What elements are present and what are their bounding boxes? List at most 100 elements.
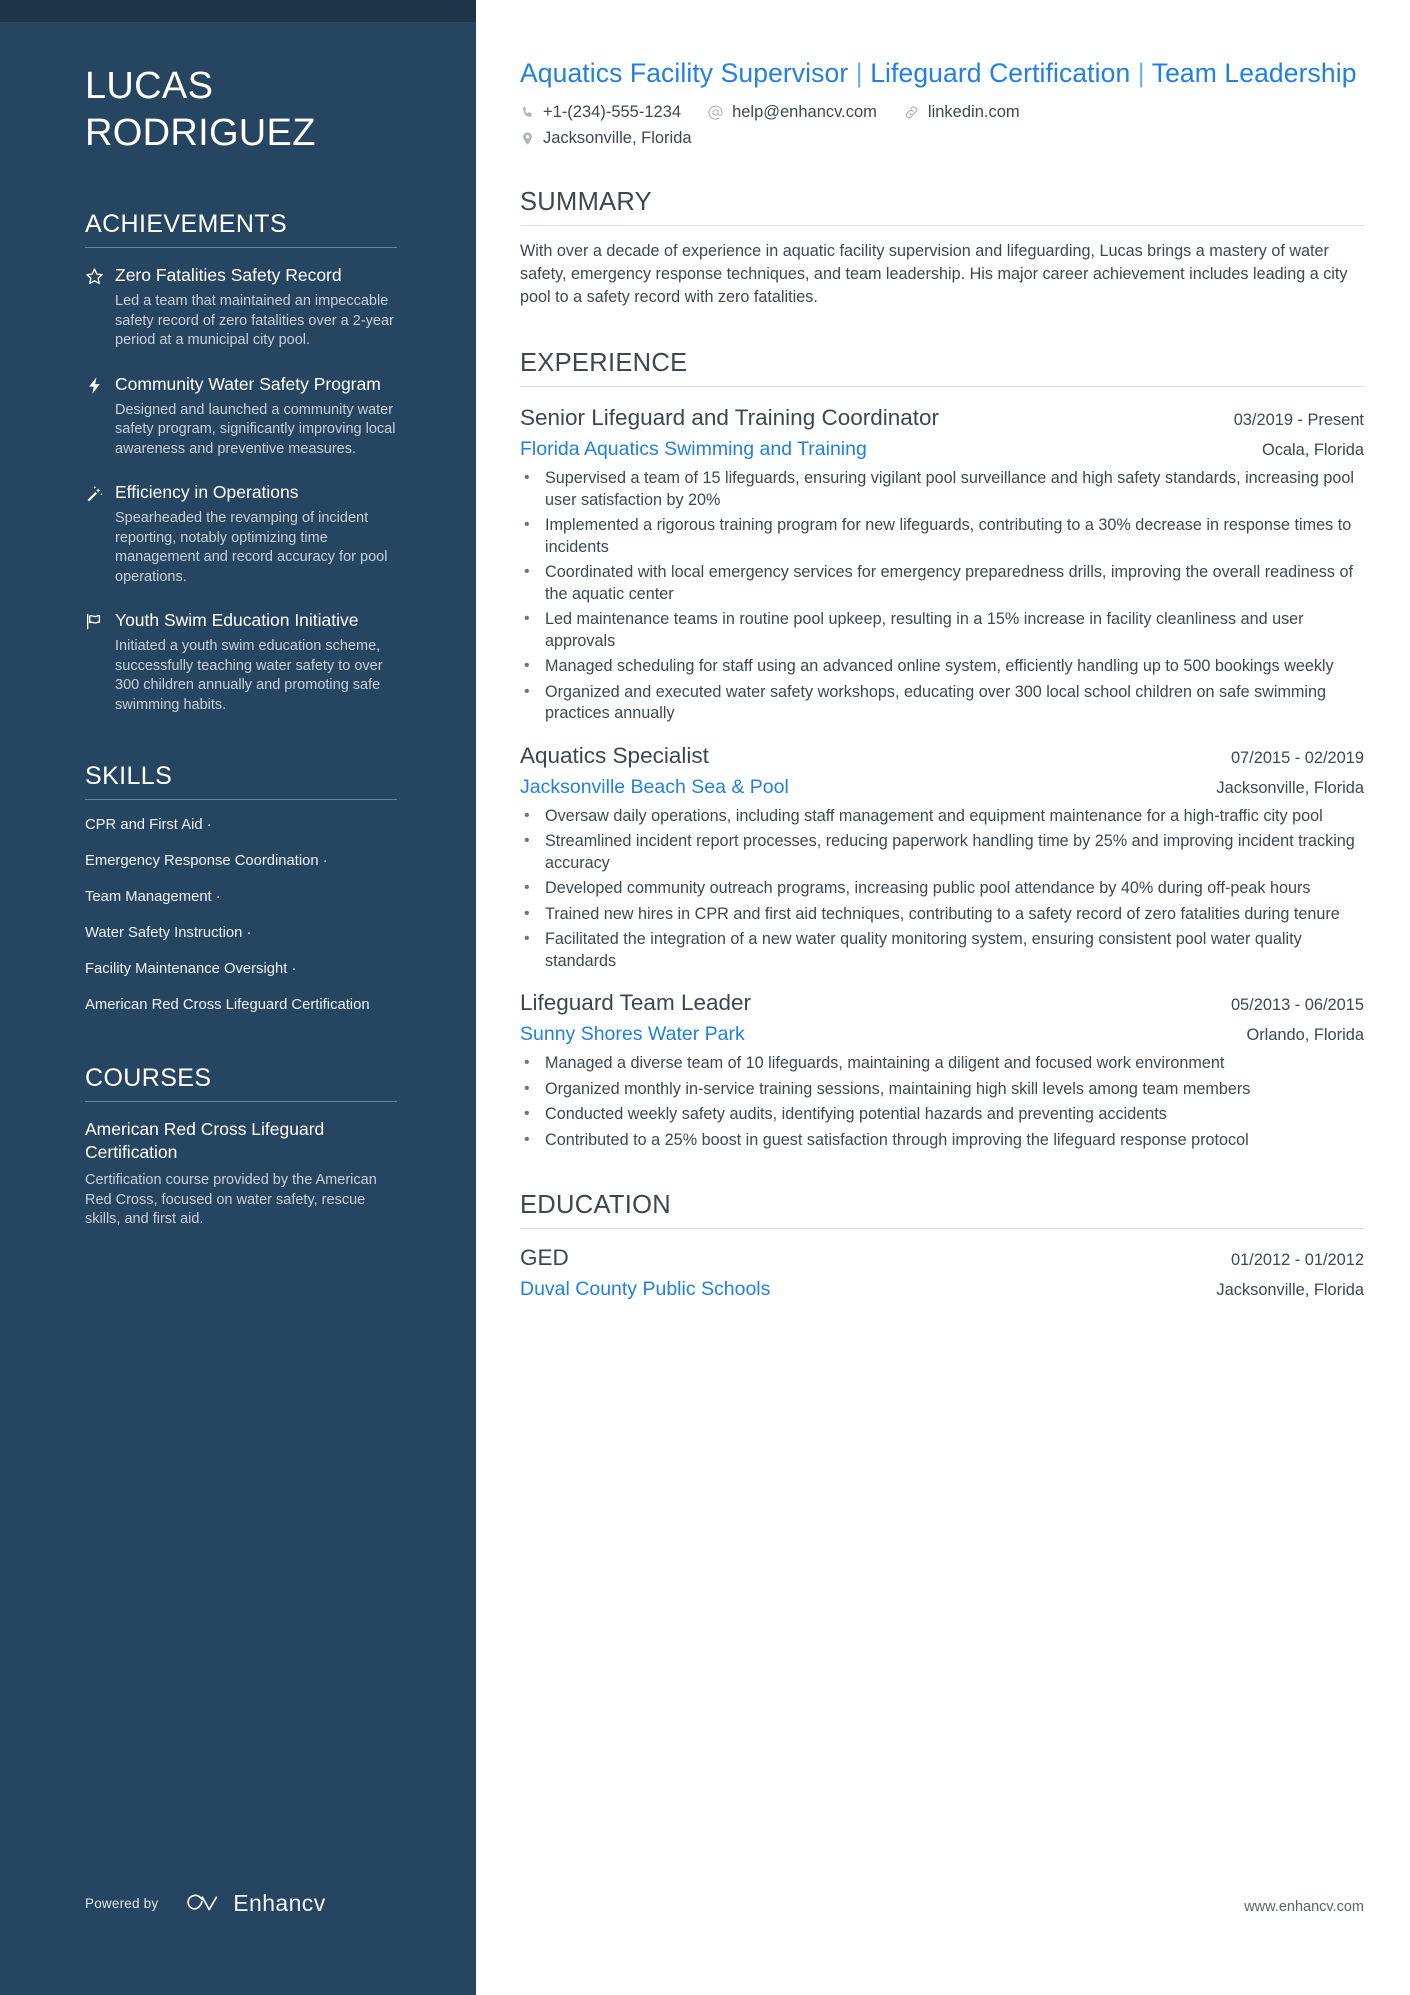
- job-bullet: Facilitated the integration of a new wat…: [520, 928, 1364, 972]
- headline-part-3: Team Leadership: [1151, 58, 1357, 88]
- enhancv-wordmark: Enhancv: [233, 1890, 326, 1916]
- skill-separator: ·: [215, 889, 221, 905]
- skill-separator: ·: [246, 925, 252, 941]
- enhancv-infinity-logo-icon: [182, 1892, 222, 1916]
- education-degree-row: GED 01/2012 - 01/2012: [520, 1243, 1364, 1273]
- contact-email[interactable]: help@enhancv.com: [707, 101, 877, 124]
- at-sign-icon: [707, 104, 724, 121]
- job-bullet: Managed a diverse team of 10 lifeguards,…: [520, 1052, 1364, 1075]
- experience-title-row: Aquatics Specialist 07/2015 - 02/2019: [520, 741, 1364, 771]
- education-divider: [520, 1228, 1364, 1229]
- job-bullet: Conducted weekly safety audits, identify…: [520, 1103, 1364, 1126]
- skill-label: Team Management: [85, 889, 212, 905]
- job-title: Lifeguard Team Leader: [520, 990, 751, 1015]
- achievement-item: Community Water Safety Program Designed …: [85, 373, 397, 460]
- contact-phone[interactable]: +1-(234)-555-1234: [520, 101, 681, 124]
- skill-item: CPR and First Aid ·: [85, 816, 397, 835]
- summary-section: SUMMARY With over a decade of experience…: [520, 186, 1364, 309]
- contact-block: +1-(234)-555-1234 help@enhancv.com linke…: [520, 101, 1364, 150]
- job-location: Ocala, Florida: [1261, 441, 1364, 459]
- powered-by-label: Powered by: [85, 1896, 159, 1911]
- flag-icon: [85, 609, 115, 715]
- job-bullet: Streamlined incident report processes, r…: [520, 830, 1364, 874]
- linkedin-value: linkedin.com: [927, 103, 1020, 121]
- footer-website-url[interactable]: www.enhancv.com: [1244, 1899, 1364, 1915]
- job-bullet: Implemented a rigorous training program …: [520, 514, 1364, 558]
- job-bullet: Developed community outreach programs, i…: [520, 877, 1364, 900]
- lightning-bolt-icon: [85, 373, 115, 460]
- education-school-row: Duval County Public Schools Jacksonville…: [520, 1273, 1364, 1303]
- achievement-description: Designed and launched a community water …: [115, 401, 396, 457]
- skills-divider: [85, 799, 397, 800]
- experience-entry: Lifeguard Team Leader 05/2013 - 06/2015 …: [520, 988, 1364, 1151]
- headline-part-1: Aquatics Facility Supervisor: [520, 58, 849, 88]
- job-bullet: Trained new hires in CPR and first aid t…: [520, 903, 1364, 926]
- job-bullet-list: Oversaw daily operations, including staf…: [520, 805, 1364, 973]
- skill-label: American Red Cross Lifeguard Certificati…: [85, 997, 370, 1013]
- achievements-divider: [85, 247, 397, 248]
- enhancv-brand: Enhancv: [182, 1890, 325, 1917]
- page-title: Aquatics Facility Supervisor | Lifeguard…: [520, 56, 1364, 90]
- job-bullet: Coordinated with local emergency service…: [520, 561, 1364, 605]
- summary-divider: [520, 225, 1364, 226]
- link-icon: [903, 104, 920, 121]
- contact-linkedin[interactable]: linkedin.com: [903, 101, 1020, 124]
- headline-part-2: Lifeguard Certification: [870, 58, 1131, 88]
- education-location: Jacksonville, Florida: [1216, 1281, 1364, 1299]
- education-school[interactable]: Duval County Public Schools: [520, 1275, 770, 1303]
- experience-entry: Senior Lifeguard and Training Coordinato…: [520, 403, 1364, 725]
- sidebar-right-edge: [476, 0, 482, 1995]
- sidebar: LUCAS RODRIGUEZ ACHIEVEMENTS Zero Fatali…: [0, 0, 482, 1995]
- achievement-description: Initiated a youth swim education scheme,…: [115, 638, 383, 713]
- skill-item: Facility Maintenance Oversight ·: [85, 960, 397, 979]
- job-company[interactable]: Sunny Shores Water Park: [520, 1020, 745, 1048]
- map-pin-icon: [520, 130, 535, 147]
- skill-separator: ·: [206, 817, 212, 833]
- achievement-item: Youth Swim Education Initiative Initiate…: [85, 609, 397, 715]
- experience-company-row: Sunny Shores Water Park Orlando, Florida: [520, 1018, 1364, 1048]
- achievement-description: Spearheaded the revamping of incident re…: [115, 510, 388, 585]
- experience-heading: EXPERIENCE: [520, 349, 688, 377]
- achievement-item: Zero Fatalities Safety Record Led a team…: [85, 264, 397, 351]
- achievement-item: Efficiency in Operations Spearheaded the…: [85, 481, 397, 587]
- candidate-name: LUCAS RODRIGUEZ: [85, 65, 316, 154]
- achievements-section: ACHIEVEMENTS Zero Fatalities Safety Reco…: [85, 209, 397, 715]
- skill-item: Water Safety Instruction ·: [85, 924, 397, 943]
- achievement-title: Community Water Safety Program: [115, 373, 381, 394]
- experience-divider: [520, 386, 1364, 387]
- skill-item: American Red Cross Lifeguard Certificati…: [85, 996, 397, 1015]
- experience-section: EXPERIENCE Senior Lifeguard and Training…: [520, 347, 1364, 1151]
- star-icon: [85, 264, 115, 351]
- job-bullet: Led maintenance teams in routine pool up…: [520, 608, 1364, 652]
- job-company[interactable]: Jacksonville Beach Sea & Pool: [520, 773, 789, 801]
- experience-title-row: Lifeguard Team Leader 05/2013 - 06/2015: [520, 988, 1364, 1018]
- job-bullet: Managed scheduling for staff using an ad…: [520, 655, 1364, 678]
- job-bullet: Supervised a team of 15 lifeguards, ensu…: [520, 467, 1364, 511]
- skill-label: Water Safety Instruction: [85, 925, 243, 941]
- contact-location: Jacksonville, Florida: [520, 127, 692, 150]
- job-bullet: Organized and executed water safety work…: [520, 681, 1364, 725]
- email-value: help@enhancv.com: [732, 103, 877, 121]
- phone-icon: [520, 105, 535, 120]
- achievements-heading: ACHIEVEMENTS: [85, 210, 288, 238]
- job-bullet: Contributed to a 25% boost in guest sati…: [520, 1129, 1364, 1152]
- courses-heading: COURSES: [85, 1064, 212, 1092]
- job-bullet: Organized monthly in-service training se…: [520, 1078, 1364, 1101]
- resume-page: LUCAS RODRIGUEZ ACHIEVEMENTS Zero Fatali…: [0, 0, 1410, 1995]
- course-description: Certification course provided by the Ame…: [85, 1172, 377, 1227]
- job-title: Senior Lifeguard and Training Coordinato…: [520, 405, 940, 430]
- job-company[interactable]: Florida Aquatics Swimming and Training: [520, 435, 867, 463]
- experience-entry: Aquatics Specialist 07/2015 - 02/2019 Ja…: [520, 741, 1364, 973]
- job-bullet-list: Managed a diverse team of 10 lifeguards,…: [520, 1052, 1364, 1152]
- main-content: Aquatics Facility Supervisor | Lifeguard…: [482, 0, 1410, 1995]
- skill-label: Facility Maintenance Oversight: [85, 961, 288, 977]
- courses-section: COURSES American Red Cross Lifeguard Cer…: [85, 1063, 397, 1230]
- job-dates: 05/2013 - 06/2015: [1230, 996, 1364, 1014]
- headline-divider: |: [1137, 58, 1145, 88]
- achievement-title: Youth Swim Education Initiative: [115, 610, 359, 630]
- magic-wand-icon: [85, 481, 115, 587]
- education-dates: 01/2012 - 01/2012: [1230, 1251, 1364, 1269]
- contact-row-location: Jacksonville, Florida: [520, 127, 1364, 150]
- courses-divider: [85, 1101, 397, 1102]
- achievement-title: Efficiency in Operations: [115, 482, 299, 502]
